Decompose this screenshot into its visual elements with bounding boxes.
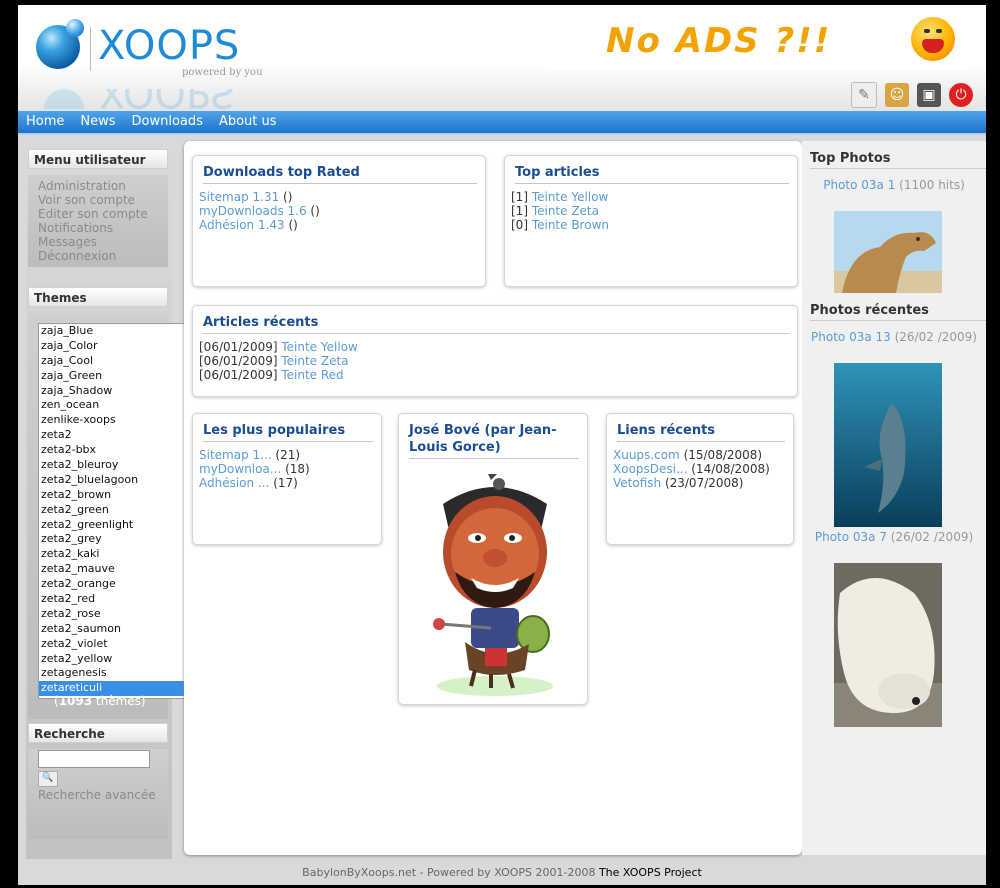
polar-bear-photo[interactable] [834,563,942,727]
block-title: José Bové (par Jean-Louis Gorce) [409,422,579,459]
list-item: [1] Teinte Zeta [511,204,599,218]
themes-title: Themes [28,287,168,307]
list-item: Sitemap 1.31 () [199,190,293,204]
menu-item-edit-account[interactable]: Editer son compte [28,207,168,221]
nav-news[interactable]: News [80,111,115,133]
list-item: myDownloa... (18) [199,462,310,476]
logo-divider [90,27,91,71]
header-toolbar: ✎ ☺ ▣ ⏻ [851,81,973,109]
list-item: Xuups.com (15/08/2008) [613,448,763,462]
top-photos-title: Top Photos [810,151,986,169]
item-link[interactable]: Sitemap 1.31 [199,190,279,204]
site-logo[interactable]: XOOPS powered by you XOOPS [36,19,276,109]
item-link[interactable]: myDownloads 1.6 [199,204,307,218]
advanced-search-link[interactable]: Recherche avancée [38,788,156,802]
list-item: Adhésion ... (17) [199,476,298,490]
nav-home[interactable]: Home [26,111,64,133]
item-link[interactable]: Sitemap 1... [199,448,272,462]
recent-photo-caption[interactable]: Photo 03a 13 (26/02 /2009) [802,331,986,344]
user-menu: Administration Voir son compte Editer so… [28,175,168,267]
search-input[interactable] [38,750,150,768]
main-content: Downloads top Rated Sitemap 1.31 () myDow… [184,141,802,855]
list-item: [06/01/2009] Teinte Zeta [199,354,349,368]
search-title: Recherche [28,723,168,743]
item-link[interactable]: XoopsDesi... [613,462,687,476]
recent-photo-caption[interactable]: Photo 03a 7 (26/02 /2009) [802,531,986,544]
screen-icon[interactable]: ▣ [917,83,941,107]
item-link[interactable]: Teinte Yellow [532,190,608,204]
menu-item-view-account[interactable]: Voir son compte [28,193,168,207]
right-sidebar: Top Photos Photo 03a 1 (1100 hits) Photo… [802,141,986,855]
logo-text: XOOPS [98,23,241,69]
popular-block: Les plus populaires Sitemap 1... (21) myD… [192,413,382,545]
edit-icon[interactable]: ✎ [851,82,877,108]
caricature-image[interactable] [421,474,569,702]
item-link[interactable]: Teinte Red [281,368,343,382]
list-item: [1] Teinte Yellow [511,190,609,204]
nav-about-us[interactable]: About us [219,111,277,133]
footer: BabylonByXoops.net - Powered by XOOPS 20… [302,866,702,879]
item-link[interactable]: myDownloa... [199,462,281,476]
menu-item-messages[interactable]: Messages [28,235,168,249]
popular-list: Sitemap 1... (21) myDownloa... (18) Adhési… [193,442,381,490]
page: XOOPS powered by you XOOPS No ADS ?!! ✎ … [18,5,986,885]
recent-photos-title: Photos récentes [810,303,986,321]
menu-item-administration[interactable]: Administration [28,179,168,193]
header: XOOPS powered by you XOOPS No ADS ?!! ✎ … [18,5,986,111]
search-icon[interactable]: 🔍 [38,771,58,787]
item-link[interactable]: Teinte Yellow [281,340,357,354]
list-item: myDownloads 1.6 () [199,204,320,218]
list-item: [06/01/2009] Teinte Yellow [199,340,358,354]
list-item: Vetofish (23/07/2008) [613,476,744,490]
list-item: [06/01/2009] Teinte Red [199,368,344,382]
main-nav: Home News Downloads About us [18,111,986,135]
camel-photo[interactable] [834,211,942,293]
list-item: Adhésion 1.43 () [199,218,298,232]
block-title: Downloads top Rated [203,164,477,184]
list-item: [0] Teinte Brown [511,218,609,232]
jose-bove-block: José Bové (par Jean-Louis Gorce) [398,413,588,705]
power-icon[interactable]: ⏻ [949,83,973,107]
top-articles-block: Top articles [1] Teinte Yellow [1] Teinte… [504,155,798,287]
item-link[interactable]: Adhésion ... [199,476,269,490]
block-title: Liens récents [617,422,785,442]
item-link[interactable]: Adhésion 1.43 [199,218,285,232]
block-title: Top articles [515,164,789,184]
ad-banner[interactable]: No ADS ?!! [546,15,969,70]
item-link[interactable]: Teinte Zeta [532,204,599,218]
recent-links-block: Liens récents Xuups.com (15/08/2008) Xoop… [606,413,794,545]
item-link[interactable]: Teinte Brown [532,218,609,232]
top-articles-list: [1] Teinte Yellow [1] Teinte Zeta [0] Tein… [505,184,797,232]
block-title: Articles récents [203,314,789,334]
item-link[interactable]: Teinte Zeta [281,354,348,368]
banner-text: No ADS ?!! [606,21,832,61]
logo-reflection: XOOPS [36,89,276,109]
recent-links-list: Xuups.com (15/08/2008) XoopsDesi... (14/0… [607,442,793,490]
recent-articles-block: Articles récents [06/01/2009] Teinte Yel… [192,305,798,397]
list-item: Sitemap 1... (21) [199,448,301,462]
users-icon[interactable]: ☺ [885,83,909,107]
themes-count: (1093 thèmes) [54,694,146,708]
top-photo-caption[interactable]: Photo 03a 1 (1100 hits) [802,179,986,192]
downloads-list: Sitemap 1.31 () myDownloads 1.6 () Adhésio… [193,184,485,232]
user-menu-title: Menu utilisateur [28,149,168,169]
smiley-icon [911,17,955,61]
recent-articles-list: [06/01/2009] Teinte Yellow [06/01/2009] T… [193,334,797,382]
list-item: XoopsDesi... (14/08/2008) [613,462,770,476]
menu-item-notifications[interactable]: Notifications [28,221,168,235]
logo-tagline: powered by you [182,67,263,78]
item-link[interactable]: Xuups.com [613,448,680,462]
xoops-project-link[interactable]: The XOOPS Project [599,866,702,879]
menu-item-logout[interactable]: Déconnexion [28,249,168,263]
downloads-top-rated-block: Downloads top Rated Sitemap 1.31 () myDow… [192,155,486,287]
nav-downloads[interactable]: Downloads [132,111,203,133]
logo-ball-small-icon [66,19,84,37]
dolphin-photo[interactable] [834,363,942,527]
item-link[interactable]: Vetofish [613,476,661,490]
block-title: Les plus populaires [203,422,373,442]
